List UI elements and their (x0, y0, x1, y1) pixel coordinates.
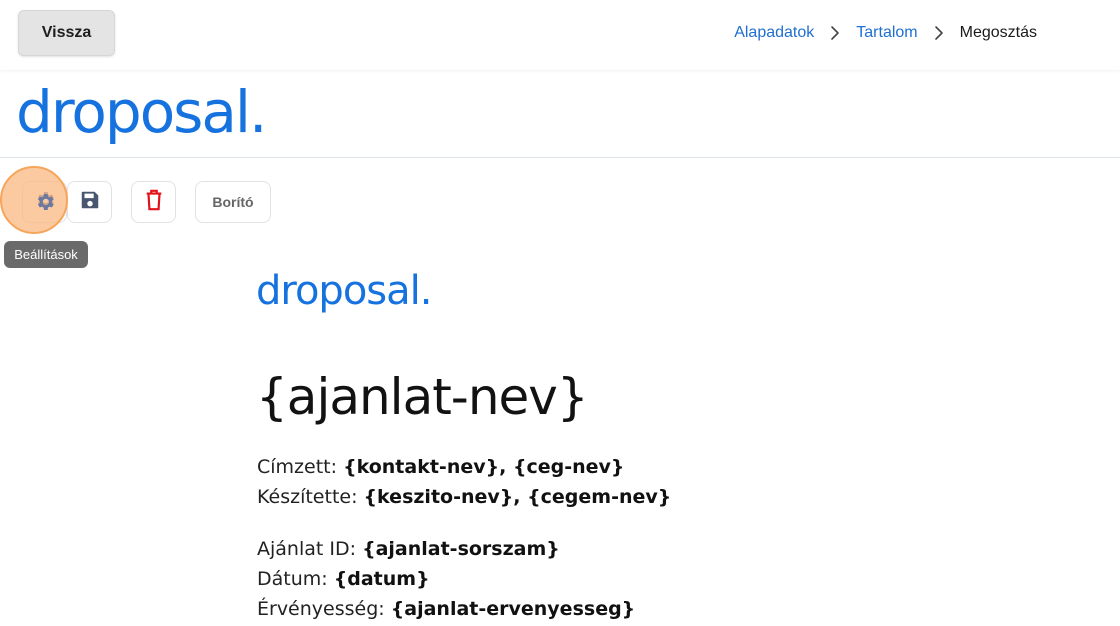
date-value: {datum} (333, 568, 430, 590)
validity-line: Érvényesség: {ajanlat-ervenyesseg} (257, 598, 635, 620)
logo-band: droposal. (0, 70, 1120, 158)
document-title: {ajanlat-nev} (256, 368, 589, 426)
date-line: Dátum: {datum} (257, 568, 430, 590)
save-button[interactable] (67, 181, 112, 223)
breadcrumb-item-megosztas: Megosztás (959, 24, 1037, 41)
chevron-right-icon (928, 22, 950, 44)
date-label: Dátum: (257, 568, 328, 590)
chevron-right-icon (824, 22, 846, 44)
recipient-label: Címzett: (257, 456, 338, 478)
recipient-line: Címzett: {kontakt-nev}, {ceg-nev} (257, 456, 624, 478)
author-label: Készítette: (257, 486, 358, 508)
recipient-value: {kontakt-nev}, {ceg-nev} (343, 456, 625, 478)
back-button[interactable]: Vissza (18, 10, 115, 56)
breadcrumb: Alapadatok Tartalom Megosztás (734, 22, 1037, 44)
trash-icon (144, 189, 164, 216)
author-value: {keszito-nev}, {cegem-nev} (363, 486, 672, 508)
breadcrumb-item-tartalom[interactable]: Tartalom (856, 24, 917, 42)
document-logo: droposal. (256, 268, 432, 314)
gear-icon[interactable] (34, 191, 56, 218)
offer-id-line: Ajánlat ID: {ajanlat-sorszam} (257, 538, 560, 560)
droposal-logo: droposal. (16, 78, 267, 146)
offer-id-label: Ajánlat ID: (257, 538, 357, 560)
floppy-disk-icon (79, 189, 101, 216)
settings-tooltip: Beállítások (4, 241, 88, 268)
breadcrumb-item-alapadatok[interactable]: Alapadatok (734, 24, 814, 42)
validity-label: Érvényesség: (257, 598, 385, 620)
cover-button[interactable]: Borító (195, 181, 271, 223)
author-line: Készítette: {keszito-nev}, {cegem-nev} (257, 486, 671, 508)
offer-id-value: {ajanlat-sorszam} (362, 538, 560, 560)
delete-button[interactable] (131, 181, 176, 223)
top-bar: Vissza Alapadatok Tartalom Megosztás (0, 0, 1120, 70)
validity-value: {ajanlat-ervenyesseg} (390, 598, 636, 620)
